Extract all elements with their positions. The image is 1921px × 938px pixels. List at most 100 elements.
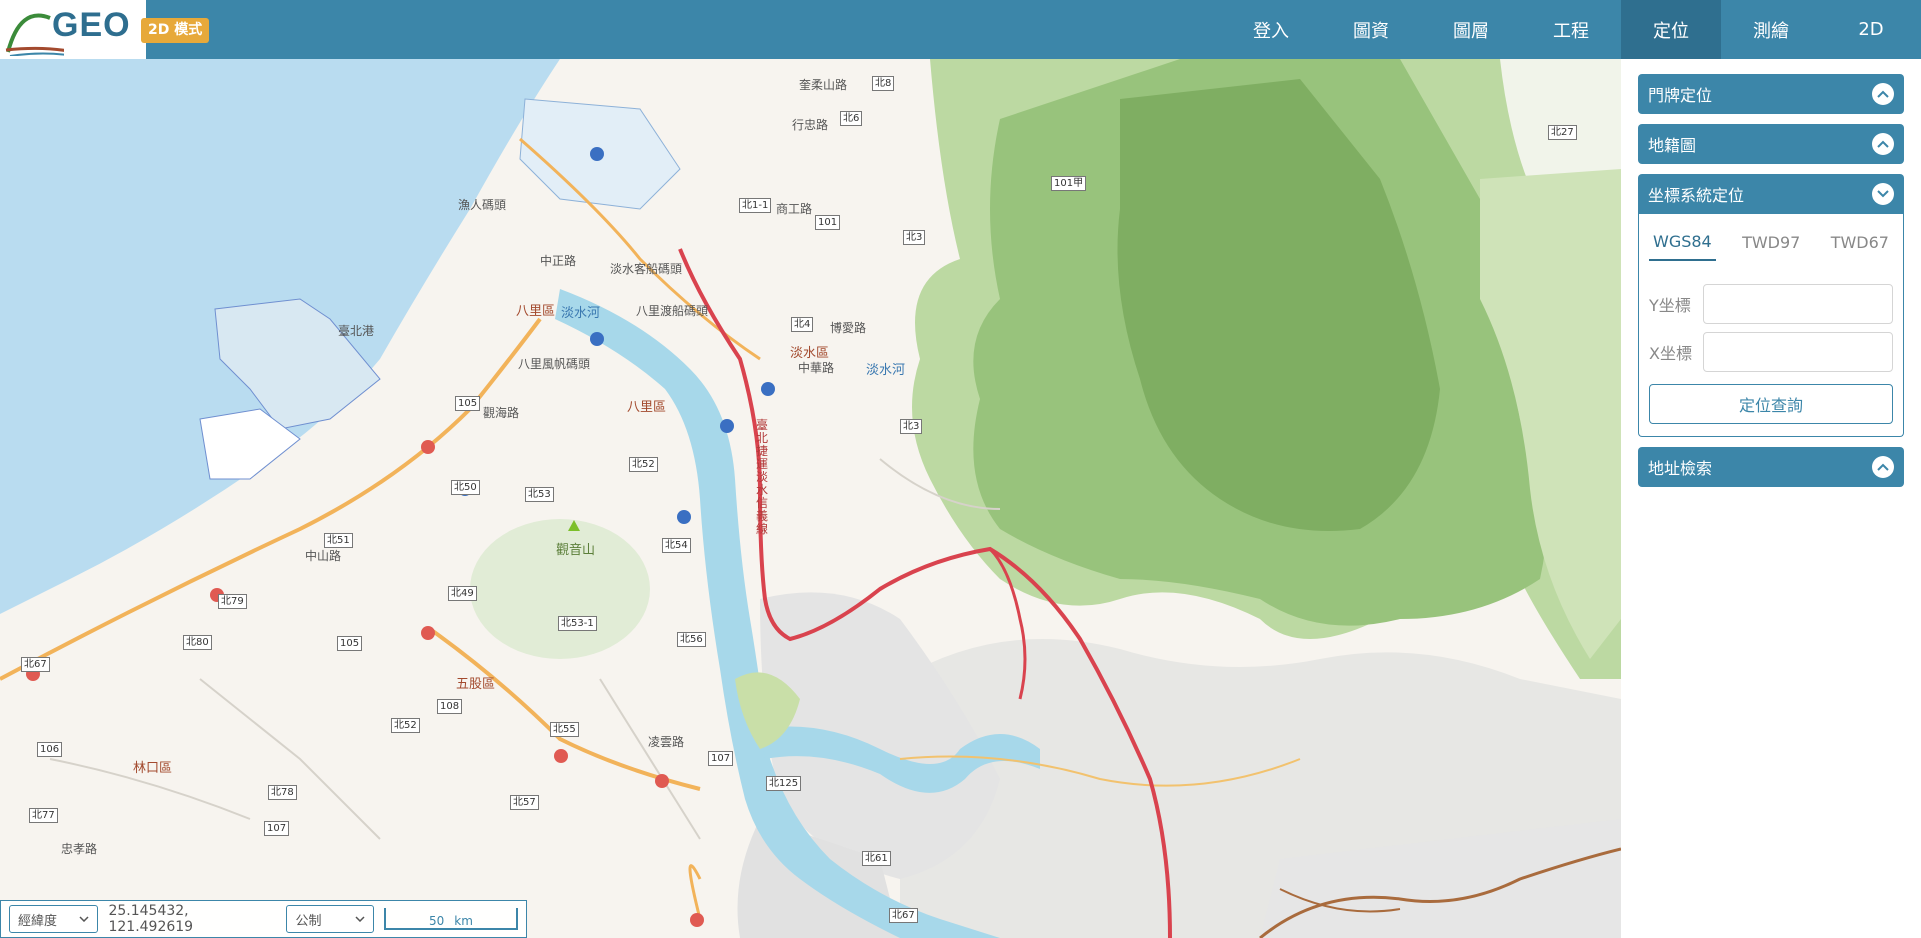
chevron-up-icon[interactable]	[1872, 133, 1894, 155]
road-number: 北78	[268, 785, 297, 800]
coord-system-select[interactable]: 經緯度	[9, 905, 99, 933]
unit-select[interactable]: 公制	[286, 905, 374, 933]
map-label-place: 臺北港	[338, 324, 375, 338]
road-number: 101甲	[1051, 176, 1087, 191]
y-field-row: Y坐標	[1649, 284, 1893, 324]
road-number: 101	[815, 215, 841, 230]
section-coordinate-locate[interactable]: 坐標系統定位	[1638, 174, 1904, 214]
road-number: 北3	[900, 419, 923, 434]
road-number: 北49	[448, 586, 477, 601]
mode-badge[interactable]: 2D 模式	[141, 18, 210, 43]
x-label: X坐標	[1649, 344, 1692, 363]
map-label-district: 八里區	[627, 400, 667, 415]
section-title: 坐標系統定位	[1648, 186, 1745, 205]
road-number: 108	[437, 699, 463, 714]
map-label-road: 中正路	[540, 254, 577, 268]
map-label-place: 漁人碼頭	[458, 198, 507, 212]
top-bar: GEO 2D 模式 登入 圖資 圖層 工程 定位 測繪 2D	[0, 0, 1921, 59]
main-nav: 登入 圖資 圖層 工程 定位 測繪 2D	[1221, 0, 1921, 59]
unit-value: 公制	[295, 913, 322, 929]
nav-login[interactable]: 登入	[1221, 0, 1321, 59]
road-number: 107	[708, 751, 734, 766]
tab-wgs84[interactable]: WGS84	[1649, 224, 1716, 261]
map-label-district: 八里區	[516, 304, 556, 319]
y-coordinate-input[interactable]	[1703, 284, 1893, 324]
coordinate-form: WGS84 TWD97 TWD67 Y坐標 X坐標 定位查詢	[1638, 214, 1904, 437]
map-label-road: 觀海路	[483, 406, 520, 420]
nav-engineering[interactable]: 工程	[1521, 0, 1621, 59]
chevron-down-icon	[355, 916, 365, 922]
road-number: 107	[264, 821, 290, 836]
road-number: 北53-1	[558, 616, 597, 631]
logo-text: GEO	[52, 6, 131, 44]
chevron-down-icon[interactable]	[1872, 183, 1894, 205]
section-address-search[interactable]: 地址檢索	[1638, 447, 1904, 487]
road-number: 北53	[525, 487, 554, 502]
map-label-road: 凌雲路	[648, 735, 685, 749]
map-label-road: 行忠路	[792, 118, 829, 132]
map-label-place: 觀音山	[556, 543, 596, 558]
map-label-road: 中山路	[305, 549, 342, 563]
map-label-place: 八里渡船碼頭	[636, 304, 709, 318]
map-label-river: 淡水河	[561, 306, 601, 321]
map-label-road: 奎柔山路	[799, 78, 848, 92]
section-title: 地籍圖	[1648, 136, 1697, 155]
map-label-place: 八里風帆碼頭	[518, 357, 591, 371]
road-number: 北6	[840, 111, 863, 126]
chevron-up-icon[interactable]	[1872, 456, 1894, 478]
scale-unit: km	[454, 914, 473, 928]
nav-layers[interactable]: 圖層	[1421, 0, 1521, 59]
y-label: Y坐標	[1649, 296, 1691, 315]
road-number: 北51	[324, 533, 353, 548]
road-number: 105	[337, 636, 363, 651]
section-title: 門牌定位	[1648, 86, 1713, 105]
road-number: 北55	[550, 722, 579, 737]
road-number: 106	[37, 742, 63, 757]
road-number: 北56	[677, 632, 706, 647]
map-label-road: 忠孝路	[61, 842, 98, 856]
nav-map-data[interactable]: 圖資	[1321, 0, 1421, 59]
road-number: 北54	[662, 538, 691, 553]
coord-system-tabs: WGS84 TWD97 TWD67	[1649, 222, 1893, 262]
x-coordinate-input[interactable]	[1703, 332, 1893, 372]
locate-query-button[interactable]: 定位查詢	[1649, 384, 1893, 424]
road-number: 105	[455, 396, 481, 411]
road-number: 北57	[510, 795, 539, 810]
road-number: 北61	[862, 851, 891, 866]
section-door-locate[interactable]: 門牌定位	[1638, 74, 1904, 114]
map-canvas[interactable]: 八里區 八里區 淡水區 五股區 林口區 臺北港 觀音山 漁人碼頭 淡水客船碼頭 …	[0, 59, 1621, 938]
locate-panel: 門牌定位 地籍圖 坐標系統定位 WGS84 TWD97 TWD67 Y坐標 X坐…	[1621, 59, 1921, 938]
coord-system-value: 經緯度	[18, 913, 58, 929]
road-number: 北67	[21, 657, 50, 672]
map-label-road: 商工路	[776, 202, 813, 216]
x-field-row: X坐標	[1649, 332, 1893, 372]
nav-survey[interactable]: 測繪	[1721, 0, 1821, 59]
road-number: 北27	[1548, 125, 1577, 140]
cursor-coordinates: 25.145432, 121.492619	[108, 903, 194, 935]
chevron-down-icon	[79, 916, 89, 922]
section-cadastral[interactable]: 地籍圖	[1638, 124, 1904, 164]
road-number: 北80	[183, 635, 212, 650]
section-title: 地址檢索	[1648, 459, 1713, 478]
road-number: 北1-1	[739, 198, 772, 213]
nav-2d[interactable]: 2D	[1821, 0, 1921, 59]
chevron-up-icon[interactable]	[1872, 83, 1894, 105]
road-number: 北79	[218, 594, 247, 609]
scale-value: 50	[429, 914, 445, 928]
road-number: 北67	[889, 908, 918, 923]
map-label-metro: 臺北捷運淡水信義線	[756, 418, 769, 536]
road-number: 北77	[29, 808, 58, 823]
road-number: 北4	[791, 317, 814, 332]
app-logo[interactable]: GEO	[0, 0, 146, 59]
tab-twd67[interactable]: TWD67	[1827, 225, 1893, 260]
map-label-road: 中華路	[798, 361, 835, 375]
map-label-road: 博愛路	[830, 321, 867, 335]
status-bar: 經緯度 25.145432, 121.492619 公制 50 km	[0, 900, 527, 938]
map-base-layer	[0, 59, 1621, 938]
road-number: 北8	[872, 76, 895, 91]
scale-bar: 50 km	[383, 908, 518, 930]
map-label-place: 淡水客船碼頭	[610, 262, 683, 276]
tab-twd97[interactable]: TWD97	[1738, 225, 1804, 260]
nav-locate[interactable]: 定位	[1621, 0, 1721, 59]
road-number: 北50	[451, 480, 480, 495]
